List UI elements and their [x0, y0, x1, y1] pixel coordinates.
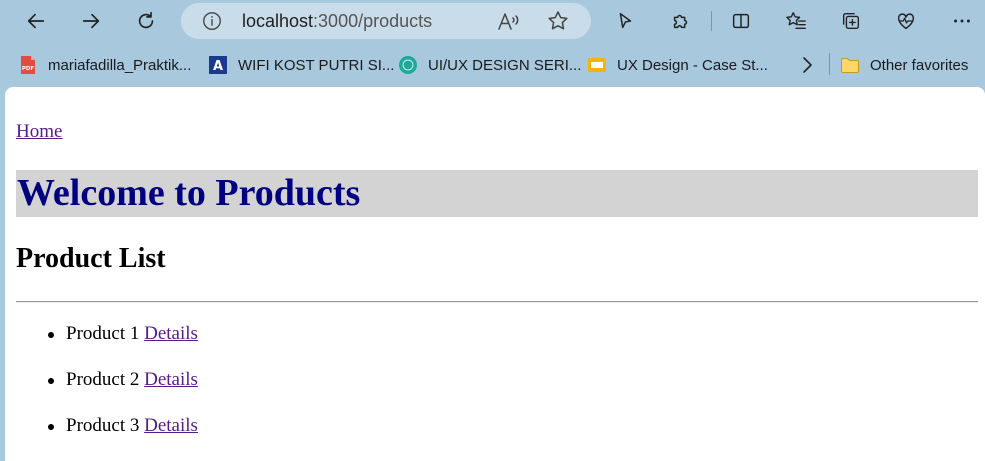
bookmark-label: mariafadilla_Praktik... — [48, 56, 192, 74]
page-banner: Welcome to Products — [16, 170, 978, 217]
cursor-icon — [619, 12, 632, 29]
bookmark-item[interactable]: A WIFI KOST PUTRI SI... — [208, 53, 394, 77]
star-icon[interactable] — [546, 9, 570, 33]
product-name: Product 2 — [66, 369, 140, 390]
bookmark-label: UI/UX DESIGN SERI... — [428, 56, 582, 74]
toolbar-separator — [711, 11, 712, 31]
url-text[interactable]: localhost:3000/products — [242, 11, 432, 32]
bookmarks-separator — [829, 53, 830, 75]
product-list-heading: Product List — [16, 243, 166, 274]
refresh-button[interactable] — [129, 5, 163, 37]
puzzle-icon — [673, 14, 688, 29]
letter-a-icon: A — [209, 56, 227, 74]
product-name: Product 3 — [66, 415, 140, 436]
bookmark-item[interactable]: UI/UX DESIGN SERI... — [398, 53, 581, 77]
more-icon — [954, 19, 970, 23]
back-arrow-icon — [27, 13, 45, 29]
favorites-button[interactable] — [779, 5, 813, 37]
pdf-icon: PDF — [21, 56, 35, 74]
favorites-list-icon — [786, 12, 806, 30]
browser-essentials-button[interactable] — [889, 5, 923, 37]
bookmark-label: WIFI KOST PUTRI SI... — [238, 56, 395, 74]
bookmark-label: UX Design - Case St... — [617, 56, 768, 74]
other-favorites-label: Other favorites — [870, 56, 969, 74]
bullet — [48, 424, 54, 430]
divider — [16, 301, 978, 303]
svg-text:PDF: PDF — [22, 66, 35, 72]
product-name: Product 1 — [66, 323, 140, 344]
collections-icon — [842, 12, 860, 30]
forward-arrow-icon — [82, 13, 100, 29]
details-link[interactable]: Details — [144, 369, 198, 390]
browser-toolbar: localhost:3000/products — [0, 0, 985, 43]
details-link[interactable]: Details — [144, 323, 198, 344]
bookmarks-overflow-button[interactable] — [797, 53, 817, 77]
back-button[interactable] — [19, 5, 53, 37]
heartbeat-icon — [897, 13, 915, 30]
bullet — [48, 378, 54, 384]
folder-icon — [841, 58, 859, 73]
split-screen-button[interactable] — [724, 5, 758, 37]
info-icon[interactable] — [201, 10, 223, 32]
bookmark-item[interactable]: PDF mariafadilla_Praktik... — [18, 53, 191, 77]
copilot-button[interactable] — [608, 5, 642, 37]
bookmark-item[interactable]: UX Design - Case St... — [587, 53, 768, 77]
collections-button[interactable] — [834, 5, 868, 37]
bullet — [48, 332, 54, 338]
page-title: Welcome to Products — [17, 172, 361, 214]
other-favorites-folder[interactable]: Other favorites — [840, 53, 968, 77]
list-item: Product 2 Details — [5, 369, 965, 415]
read-aloud-icon[interactable] — [497, 10, 521, 32]
home-link[interactable]: Home — [16, 121, 62, 143]
address-bar[interactable]: localhost:3000/products — [181, 3, 591, 39]
menu-button[interactable] — [945, 5, 979, 37]
page-content: Home Welcome to Products Product List Pr… — [5, 87, 985, 461]
forward-button[interactable] — [74, 5, 108, 37]
list-item: Product 3 Details — [5, 415, 965, 461]
refresh-icon — [138, 11, 154, 29]
product-list: Product 1 Details Product 2 Details Prod… — [5, 323, 965, 461]
svg-text:A: A — [213, 59, 223, 74]
list-item: Product 1 Details — [5, 323, 965, 369]
mysk-icon — [399, 56, 417, 74]
chevron-right-icon — [803, 57, 812, 73]
url-host: localhost — [242, 11, 314, 31]
slides-icon — [588, 58, 606, 72]
split-screen-icon — [732, 13, 750, 29]
details-link[interactable]: Details — [144, 415, 198, 436]
url-path: :3000/products — [313, 11, 433, 31]
bookmarks-bar: PDF mariafadilla_Praktik... A WIFI KOST … — [0, 43, 985, 87]
extensions-button[interactable] — [664, 5, 698, 37]
